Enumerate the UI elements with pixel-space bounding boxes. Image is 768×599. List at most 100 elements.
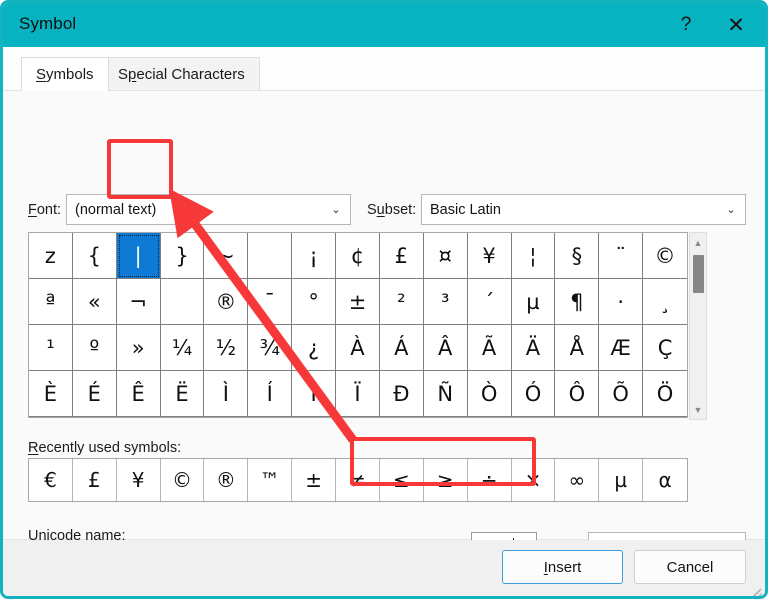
tab-symbols-accel: S: [36, 66, 47, 83]
recent-symbol-cell[interactable]: µ: [599, 459, 644, 501]
font-label: Font:: [28, 202, 62, 218]
symbol-cell[interactable]: ½: [204, 325, 249, 371]
symbol-cell[interactable]: ª: [29, 279, 73, 325]
scroll-down-icon[interactable]: ▼: [690, 401, 706, 418]
symbol-cell[interactable]: Â: [423, 325, 468, 371]
insert-button[interactable]: Insert: [502, 550, 623, 584]
symbol-cell[interactable]: ±: [336, 279, 380, 325]
symbol-cell[interactable]: Ñ: [423, 371, 468, 417]
scroll-up-icon[interactable]: ▲: [690, 234, 706, 251]
subset-label: Subset:: [367, 202, 417, 218]
symbol-cell[interactable]: ¢: [336, 233, 380, 279]
scrollbar-thumb[interactable]: [693, 255, 704, 293]
symbol-cell[interactable]: Ï: [336, 371, 380, 417]
symbol-cell[interactable]: Ò: [467, 371, 512, 417]
recently-used-grid[interactable]: € £ ¥ © ® ™ ± ≠ ≤ ≥ ÷ × ∞ µ α: [28, 458, 688, 502]
symbol-cell[interactable]: Ì: [204, 371, 249, 417]
recent-symbol-cell[interactable]: ≠: [336, 459, 380, 501]
symbol-cell[interactable]: Å: [555, 325, 600, 371]
help-icon[interactable]: ?: [663, 3, 709, 47]
symbol-cell[interactable]: ¼: [160, 325, 205, 371]
recent-symbol-cell[interactable]: ®: [204, 459, 249, 501]
symbol-cell[interactable]: ·: [599, 279, 644, 325]
resize-grip-icon[interactable]: [748, 583, 762, 596]
symbol-cell[interactable]: ®: [204, 279, 249, 325]
symbol-cell[interactable]: È: [29, 371, 73, 417]
symbol-cell[interactable]: Õ: [599, 371, 644, 417]
symbol-cell[interactable]: Ê: [116, 371, 161, 417]
close-icon[interactable]: ✕: [713, 3, 759, 47]
symbol-cell[interactable]: ¸: [643, 279, 687, 325]
recent-symbol-cell[interactable]: ©: [161, 459, 205, 501]
tab-special-accel: p: [128, 66, 137, 83]
symbol-cell[interactable]: ¦: [511, 233, 556, 279]
symbol-cell[interactable]: ¿: [292, 325, 337, 371]
symbol-cell[interactable]: À: [336, 325, 380, 371]
symbol-cell[interactable]: ~: [204, 233, 249, 279]
symbol-cell[interactable]: ¡: [292, 233, 337, 279]
symbol-cell[interactable]: µ: [511, 279, 556, 325]
symbol-cell[interactable]: ¨: [599, 233, 644, 279]
symbol-cell[interactable]: É: [72, 371, 117, 417]
symbol-cell[interactable]: }: [160, 233, 205, 279]
symbol-cell[interactable]: Í: [248, 371, 293, 417]
symbol-cell[interactable]: ²: [379, 279, 424, 325]
symbol-grid[interactable]: z{|} ~ ¡ ¢ £ ¤ ¥ ¦ § ¨ © ª «¬ ® ¯ ° ± ² ³ ´ µ ¶ · ¸ ¹ º» ¼ ½ ¾ ¿ À Á Â Ã Ä…: [28, 232, 688, 418]
symbol-cell[interactable]: Ö: [643, 371, 687, 417]
symbol-cell[interactable]: ¯: [248, 279, 293, 325]
symbol-cell[interactable]: Ó: [511, 371, 556, 417]
symbol-cell[interactable]: £: [379, 233, 424, 279]
tab-strip: Symbols Sp ecial Characters: [3, 47, 765, 91]
recent-symbol-cell[interactable]: £: [73, 459, 117, 501]
symbol-cell[interactable]: z: [29, 233, 73, 279]
recent-symbol-cell[interactable]: ÷: [468, 459, 512, 501]
font-select[interactable]: (normal text) ⌄: [66, 194, 351, 225]
symbol-cell[interactable]: Á: [379, 325, 424, 371]
recent-symbol-cell[interactable]: ×: [512, 459, 556, 501]
symbol-cell[interactable]: ¾: [248, 325, 293, 371]
symbol-cell[interactable]: Æ: [599, 325, 644, 371]
symbol-cell[interactable]: {: [72, 233, 117, 279]
chevron-down-icon: ⌄: [331, 204, 341, 216]
symbol-cell[interactable]: »: [116, 325, 161, 371]
tab-special-label: ecial Characters: [136, 66, 245, 83]
tab-special-prefix: S: [118, 66, 129, 83]
recent-symbol-cell[interactable]: €: [29, 459, 73, 501]
symbol-cell[interactable]: ¶: [555, 279, 600, 325]
symbol-cell[interactable]: º: [72, 325, 117, 371]
symbol-cell[interactable]: Ä: [511, 325, 556, 371]
recent-symbol-cell[interactable]: ≤: [380, 459, 424, 501]
symbol-cell[interactable]: Ç: [643, 325, 687, 371]
symbol-grid-scrollbar[interactable]: ▲ ▼: [689, 232, 707, 420]
symbol-cell[interactable]: ´: [467, 279, 512, 325]
symbol-cell[interactable]: «: [72, 279, 117, 325]
symbol-cell[interactable]: |: [116, 233, 161, 279]
recent-symbol-cell[interactable]: ∞: [555, 459, 600, 501]
symbol-cell[interactable]: Ã: [467, 325, 512, 371]
symbol-cell[interactable]: [248, 233, 293, 279]
symbol-cell[interactable]: ¥: [467, 233, 512, 279]
recent-symbol-cell[interactable]: ≥: [424, 459, 468, 501]
recent-symbol-cell[interactable]: α: [643, 459, 687, 501]
symbol-cell[interactable]: ¬: [116, 279, 161, 325]
symbol-cell[interactable]: [160, 279, 205, 325]
recent-symbol-cell[interactable]: ™: [248, 459, 293, 501]
insert-label: nsert: [547, 558, 582, 576]
subset-select[interactable]: Basic Latin ⌄: [421, 194, 746, 225]
recently-used-label: Recently used symbols:: [28, 440, 182, 456]
symbol-cell[interactable]: Ð: [379, 371, 424, 417]
symbol-cell[interactable]: Ô: [555, 371, 600, 417]
symbol-cell[interactable]: ³: [423, 279, 468, 325]
tab-symbols[interactable]: Symbols: [21, 57, 109, 91]
cancel-button[interactable]: Cancel: [634, 550, 746, 584]
symbol-cell[interactable]: ©: [643, 233, 687, 279]
recent-symbol-cell[interactable]: ¥: [117, 459, 161, 501]
symbol-cell[interactable]: ¤: [423, 233, 468, 279]
symbol-cell[interactable]: °: [292, 279, 337, 325]
symbol-cell[interactable]: ¹: [29, 325, 73, 371]
recent-symbol-cell[interactable]: ±: [292, 459, 337, 501]
tab-special-characters[interactable]: Sp ecial Characters: [103, 57, 260, 91]
symbol-cell[interactable]: Ë: [160, 371, 205, 417]
symbol-cell[interactable]: §: [555, 233, 600, 279]
symbol-cell[interactable]: Î: [292, 371, 337, 417]
